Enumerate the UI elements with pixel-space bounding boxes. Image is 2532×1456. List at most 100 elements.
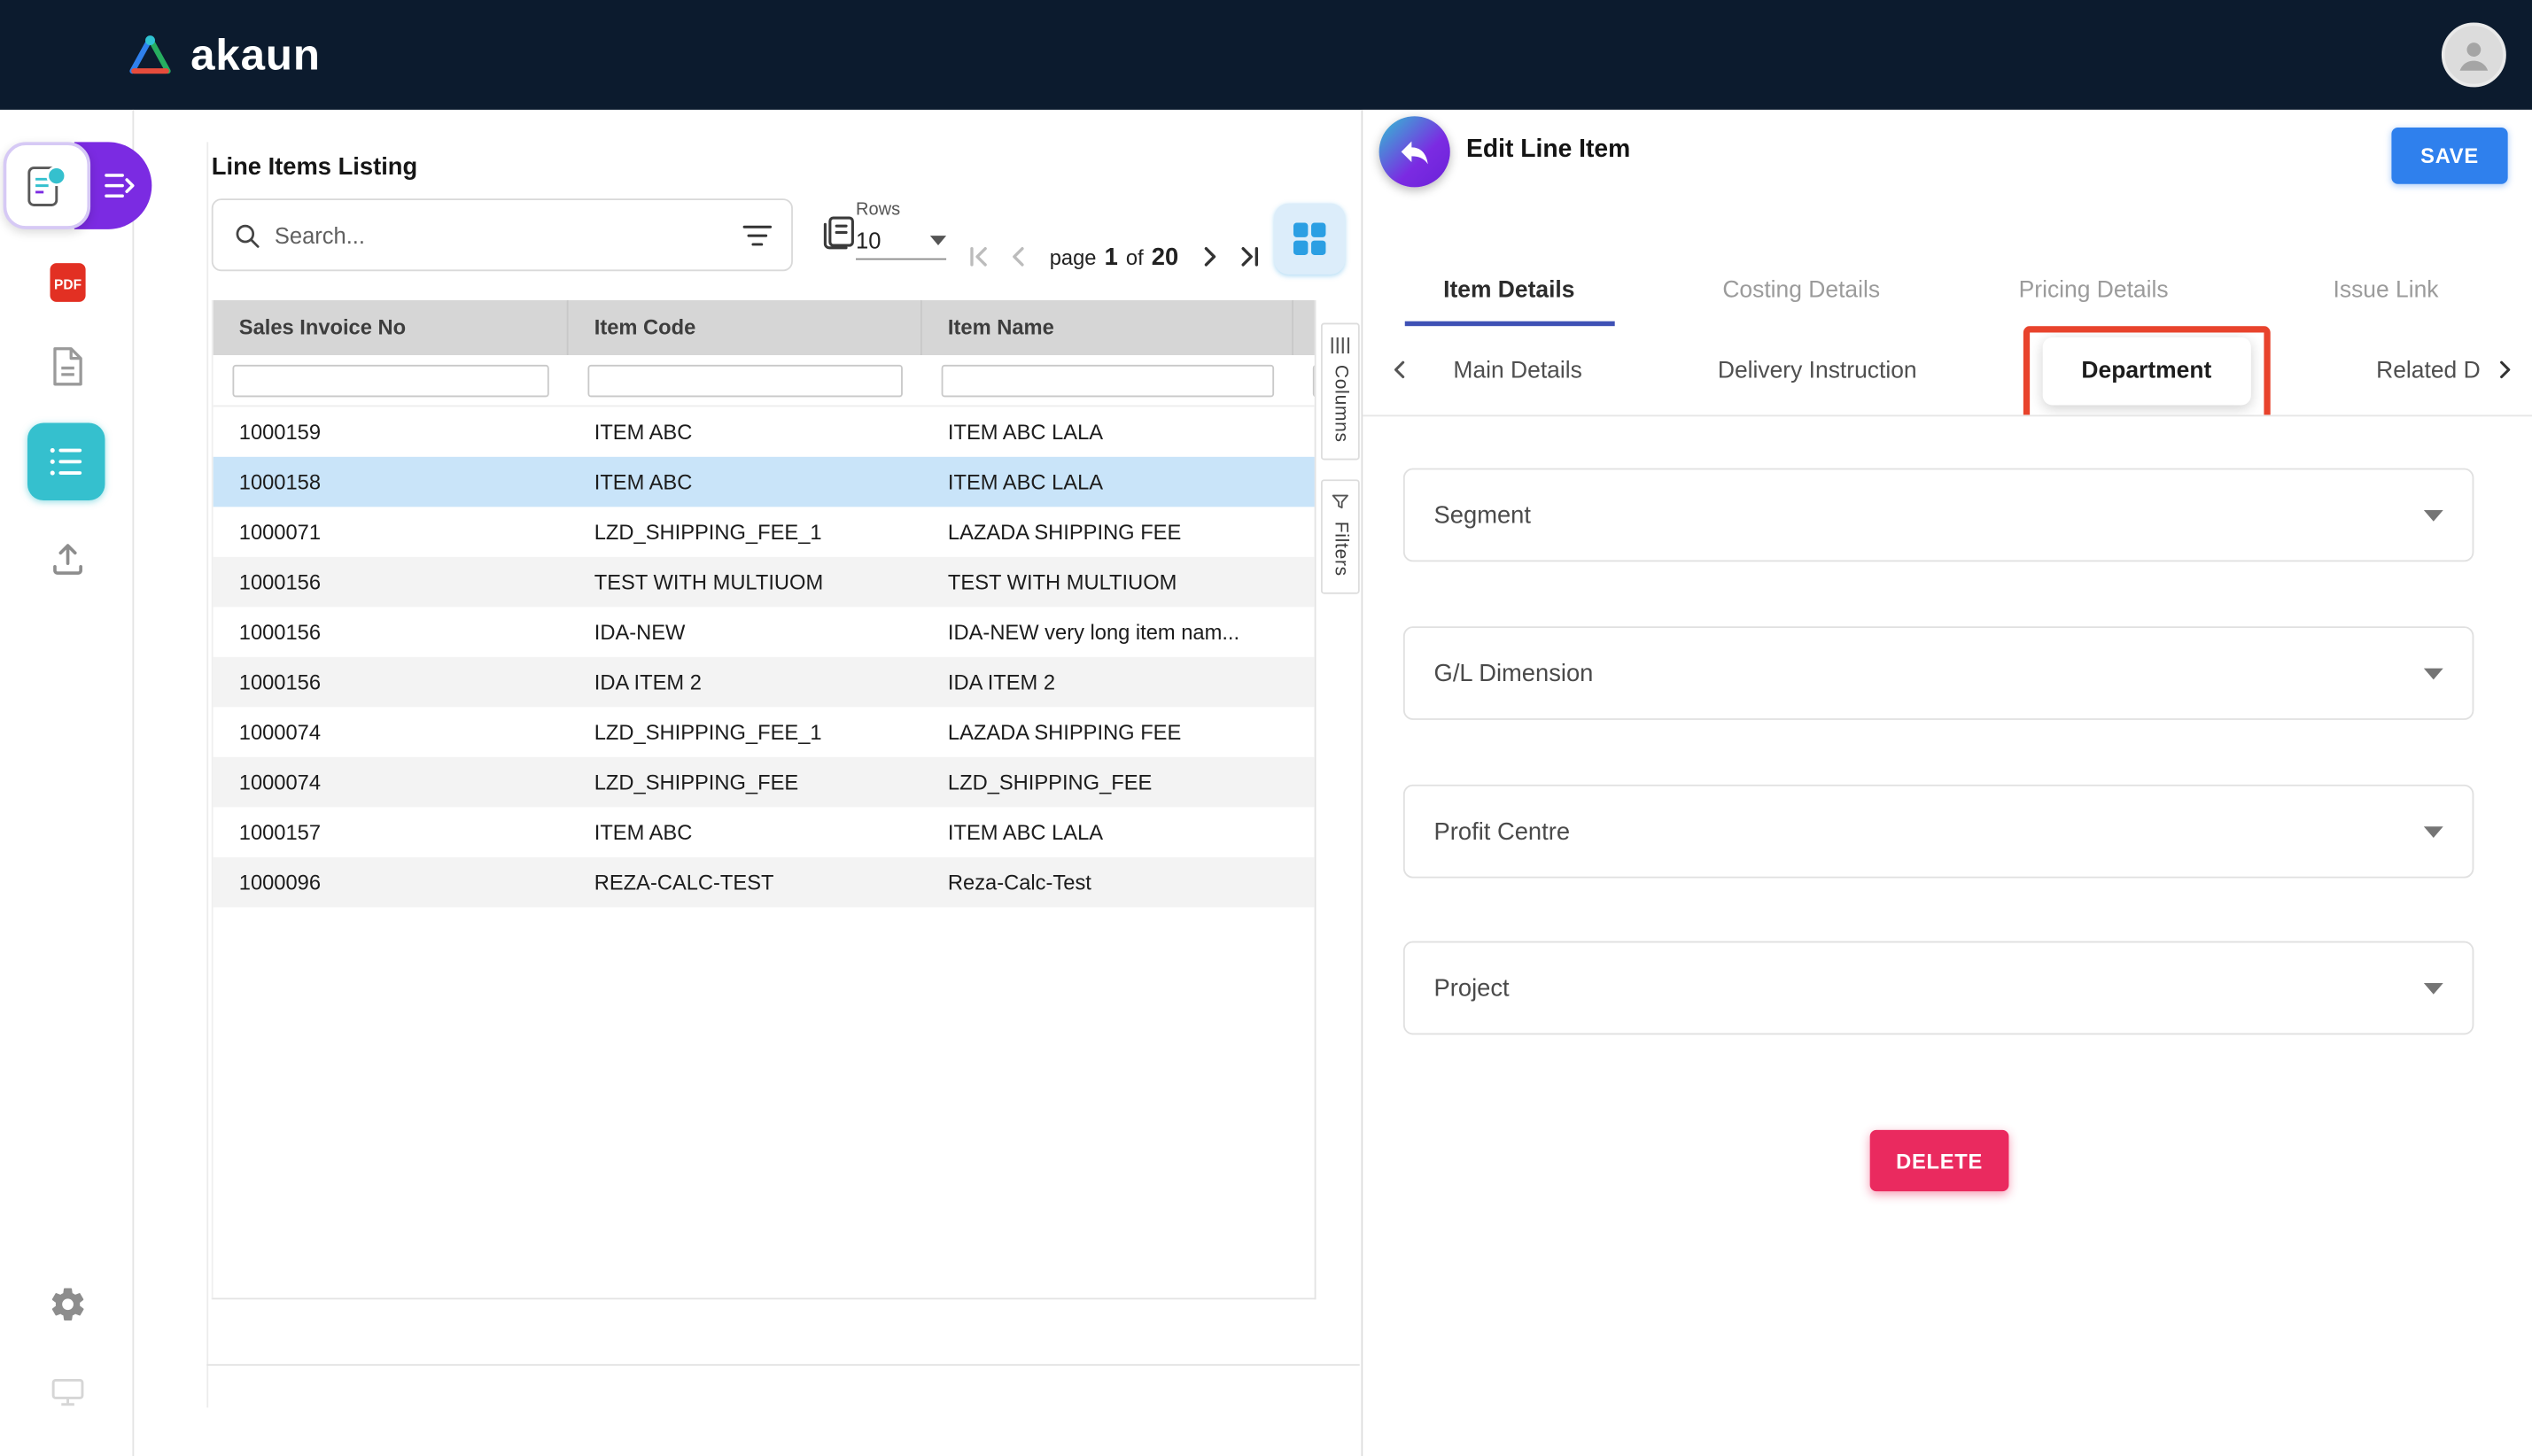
subtab-delivery-instruction[interactable]: Delivery Instruction xyxy=(1708,337,1927,405)
cell-extra xyxy=(1293,857,1316,908)
filter-input-invoice[interactable] xyxy=(232,364,548,396)
dropdown-segment[interactable]: Segment xyxy=(1403,469,2474,562)
cell-name: ITEM ABC LALA xyxy=(922,807,1293,857)
subtab-strip: Main Details Delivery Instruction Departme… xyxy=(1363,326,2532,414)
filter-row xyxy=(214,355,1316,407)
grid-icon xyxy=(1292,221,1327,257)
last-page-button[interactable] xyxy=(1231,239,1267,275)
header-item-name[interactable]: Item Name xyxy=(922,300,1293,355)
filter-lines-icon[interactable] xyxy=(742,223,772,246)
gear-icon xyxy=(48,1285,87,1324)
cell-name: ITEM ABC LALA xyxy=(922,457,1293,507)
filter-input-name[interactable] xyxy=(942,364,1274,396)
filters-tab-label: Filters xyxy=(1331,522,1350,577)
funnel-icon xyxy=(1331,492,1350,512)
tab-issue-link[interactable]: Issue Link xyxy=(2240,255,2532,326)
document-icon xyxy=(50,345,85,387)
cell-name: LAZADA SHIPPING FEE xyxy=(922,507,1293,557)
chevron-down-icon xyxy=(930,236,946,245)
cell-invoice: 1000156 xyxy=(214,557,569,608)
tab-costing-details[interactable]: Costing Details xyxy=(1655,255,1947,326)
cell-invoice: 1000159 xyxy=(214,407,569,457)
cell-name: TEST WITH MULTIUOM xyxy=(922,557,1293,608)
prev-page-button[interactable] xyxy=(1001,239,1037,275)
cell-name: LZD_SHIPPING_FEE xyxy=(922,757,1293,808)
cell-name: IDA-NEW very long item nam... xyxy=(922,607,1293,657)
filter-input-extra[interactable] xyxy=(1313,364,1316,396)
subtab-department[interactable]: Department xyxy=(2043,337,2250,405)
subtab-label: Main Details xyxy=(1453,358,1581,383)
back-button[interactable] xyxy=(1379,116,1450,187)
line-items-table: Sales Invoice No Item Code Item Name 100… xyxy=(212,300,1316,1299)
svg-text:PDF: PDF xyxy=(53,277,81,292)
table-row[interactable]: 1000074LZD_SHIPPING_FEE_1LAZADA SHIPPING… xyxy=(214,707,1316,757)
panel-left-border xyxy=(206,142,208,1407)
invoice-module-button[interactable] xyxy=(4,142,90,228)
subtabs-scroll-right-icon[interactable] xyxy=(2487,352,2522,387)
header-sales-invoice-no[interactable]: Sales Invoice No xyxy=(214,300,569,355)
table-row[interactable]: 1000156IDA-NEWIDA-NEW very long item nam… xyxy=(214,607,1316,657)
cell-code: TEST WITH MULTIUOM xyxy=(569,557,922,608)
akaun-logo-icon xyxy=(126,34,175,75)
subtab-related-d[interactable]: Related D xyxy=(2366,337,2489,405)
cell-code: LZD_SHIPPING_FEE xyxy=(569,757,922,808)
document-nav-button[interactable] xyxy=(0,345,134,387)
filters-tab[interactable]: Filters xyxy=(1321,480,1360,595)
table-row[interactable]: 1000071LZD_SHIPPING_FEE_1LAZADA SHIPPING… xyxy=(214,507,1316,557)
table-row[interactable]: 1000159ITEM ABCITEM ABC LALA xyxy=(214,407,1316,457)
dropdown-g-l-dimension[interactable]: G/L Dimension xyxy=(1403,626,2474,720)
save-button[interactable]: SAVE xyxy=(2391,128,2507,184)
table-row[interactable]: 1000096REZA-CALC-TESTReza-Calc-Test xyxy=(214,857,1316,908)
user-avatar[interactable] xyxy=(2442,23,2506,88)
dropdown-project[interactable]: Project xyxy=(1403,941,2474,1035)
rows-per-page: Rows 10 xyxy=(856,200,946,259)
settings-nav-button[interactable] xyxy=(0,1285,134,1324)
next-page-button[interactable] xyxy=(1192,239,1227,275)
table-row[interactable]: 1000156TEST WITH MULTIUOMTEST WITH MULTI… xyxy=(214,557,1316,608)
columns-tab[interactable]: Columns xyxy=(1321,323,1360,461)
tab-pricing-details[interactable]: Pricing Details xyxy=(1947,255,2240,326)
table-row[interactable]: 1000074LZD_SHIPPING_FEELZD_SHIPPING_FEE xyxy=(214,757,1316,808)
filter-input-code[interactable] xyxy=(587,364,902,396)
search-icon xyxy=(232,221,261,250)
field-label: Project xyxy=(1434,974,1510,1002)
cell-invoice: 1000158 xyxy=(214,457,569,507)
upload-nav-button[interactable] xyxy=(0,539,134,578)
subtabs-scroll-left-icon[interactable] xyxy=(1382,352,1417,387)
device-nav-button[interactable] xyxy=(0,1379,134,1408)
search-input[interactable] xyxy=(275,222,730,248)
module-selector xyxy=(4,142,152,228)
panel-bottom-border xyxy=(206,1364,1359,1366)
edit-panel: Edit Line Item SAVE Item DetailsCosting … xyxy=(1363,110,2532,1456)
cell-code: LZD_SHIPPING_FEE_1 xyxy=(569,707,922,757)
cell-extra xyxy=(1293,657,1316,708)
cell-extra xyxy=(1293,807,1316,857)
cell-name: Reza-Calc-Test xyxy=(922,857,1293,908)
table-row[interactable]: 1000156IDA ITEM 2IDA ITEM 2 xyxy=(214,657,1316,708)
first-page-button[interactable] xyxy=(961,239,997,275)
cell-extra xyxy=(1293,457,1316,507)
delete-button[interactable]: DELETE xyxy=(1870,1130,2009,1191)
rows-select[interactable]: 10 xyxy=(856,228,946,259)
header-item-code[interactable]: Item Code xyxy=(569,300,922,355)
cell-invoice: 1000074 xyxy=(214,707,569,757)
cell-extra xyxy=(1293,707,1316,757)
copy-pages-icon[interactable] xyxy=(819,213,858,252)
grid-view-button[interactable] xyxy=(1274,204,1345,275)
line-items-nav-button[interactable] xyxy=(27,423,105,500)
cell-code: ITEM ABC xyxy=(569,407,922,457)
tab-item-details[interactable]: Item Details xyxy=(1363,255,1655,326)
table-row[interactable]: 1000158ITEM ABCITEM ABC LALA xyxy=(214,457,1316,507)
pdf-nav-button[interactable]: PDF xyxy=(0,261,134,303)
menu-arrow-icon xyxy=(104,171,136,200)
table-row[interactable]: 1000157ITEM ABCITEM ABC LALA xyxy=(214,807,1316,857)
cell-code: ITEM ABC xyxy=(569,807,922,857)
field-label: Segment xyxy=(1434,501,1531,529)
detail-tabs: Item DetailsCosting DetailsPricing Detai… xyxy=(1363,255,2532,326)
cell-invoice: 1000096 xyxy=(214,857,569,908)
dropdown-profit-centre[interactable]: Profit Centre xyxy=(1403,785,2474,879)
brand-logo[interactable]: akaun xyxy=(126,30,321,81)
rows-label: Rows xyxy=(856,200,946,220)
subtab-main-details[interactable]: Main Details xyxy=(1443,337,1591,405)
cell-code: REZA-CALC-TEST xyxy=(569,857,922,908)
